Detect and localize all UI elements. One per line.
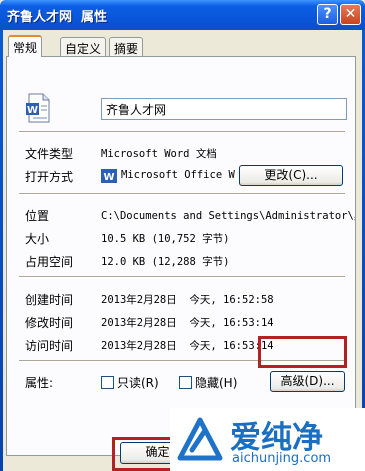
watermark-url: aichunjing.com <box>232 451 332 466</box>
readonly-label[interactable]: 只读(R) <box>117 374 159 391</box>
advanced-button[interactable]: 高级(D)... <box>270 371 345 392</box>
file-name-input[interactable]: 齐鲁人才网 <box>101 98 347 120</box>
watermark: 爱纯净 aichunjing.com <box>170 408 365 471</box>
close-button[interactable]: ✕ <box>340 4 361 25</box>
size-label: 大小 <box>25 232 50 246</box>
help-button[interactable]: ? <box>317 4 338 25</box>
advanced-highlight-box <box>258 336 347 368</box>
dialog-body: 常规 自定义 摘要 W 齐鲁人才网 文件类型 Microsoft Word 文档… <box>3 30 362 471</box>
size-value: 10.5 KB (10,752 字节) <box>101 233 230 245</box>
tab-custom[interactable]: 自定义 <box>60 37 107 56</box>
tab-summary[interactable]: 摘要 <box>109 37 144 56</box>
location-label: 位置 <box>25 209 50 223</box>
hidden-label[interactable]: 隐藏(H) <box>195 374 237 391</box>
window-title: 齐鲁人才网 属性 <box>7 10 108 25</box>
hidden-checkbox[interactable] <box>179 376 192 389</box>
change-button[interactable]: 更改(C)... <box>239 165 343 186</box>
general-panel: W 齐鲁人才网 文件类型 Microsoft Word 文档 打开方式 W Mi… <box>6 56 356 456</box>
svg-text:W: W <box>27 105 38 116</box>
file-type-value: Microsoft Word 文档 <box>101 148 217 160</box>
word-document-icon: W <box>26 93 50 123</box>
opens-with-value: Microsoft Office Wo <box>121 169 235 181</box>
title-bar[interactable]: 齐鲁人才网 属性 ? ✕ <box>0 0 365 30</box>
created-label: 创建时间 <box>25 293 74 307</box>
word-app-icon: W <box>101 169 117 183</box>
accessed-value: 2013年2月28日 今天, 16:53:14 <box>101 340 274 352</box>
created-value: 2013年2月28日 今天, 16:52:58 <box>101 294 274 306</box>
tab-general[interactable]: 常规 <box>8 35 43 57</box>
modified-label: 修改时间 <box>25 316 74 330</box>
disk-size-label: 占用空间 <box>25 255 74 269</box>
separator <box>19 276 345 278</box>
separator <box>19 193 345 195</box>
properties-window: 齐鲁人才网 属性 ? ✕ 常规 自定义 摘要 W 齐鲁人才网 文件类型 Micr… <box>0 0 365 471</box>
brand-logo-icon <box>177 417 223 461</box>
location-value: C:\Documents and Settings\Administrator\… <box>101 210 355 222</box>
separator <box>19 131 345 133</box>
svg-text:W: W <box>103 172 114 183</box>
readonly-checkbox[interactable] <box>101 376 114 389</box>
disk-size-value: 12.0 KB (12,288 字节) <box>101 256 230 268</box>
file-type-label: 文件类型 <box>25 147 74 161</box>
attributes-label: 属性: <box>25 376 54 390</box>
accessed-label: 访问时间 <box>25 339 74 353</box>
modified-value: 2013年2月28日 今天, 16:53:14 <box>101 317 274 329</box>
opens-with-label: 打开方式 <box>25 170 74 184</box>
